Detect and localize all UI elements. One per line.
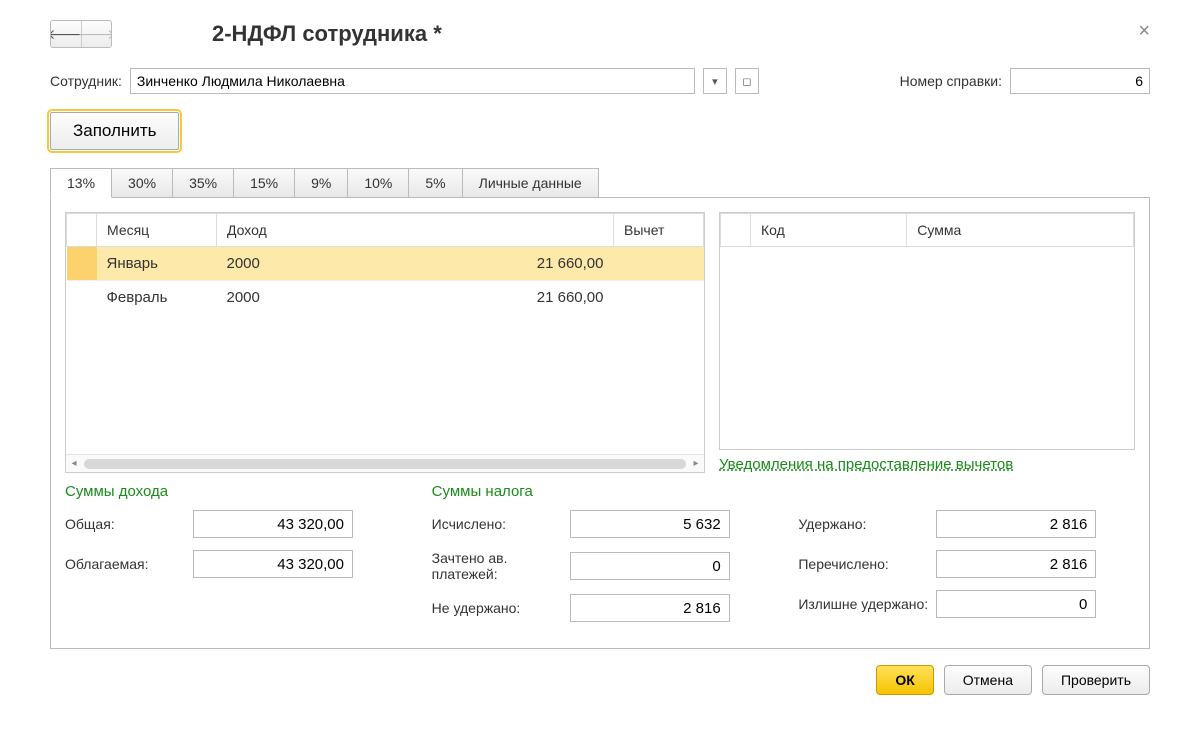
row-marker-header bbox=[67, 214, 97, 247]
scroll-left-icon[interactable]: ◂ bbox=[66, 458, 82, 469]
col-month[interactable]: Месяц bbox=[97, 214, 217, 247]
withheld-input[interactable] bbox=[936, 510, 1096, 538]
cell-month: Январь bbox=[97, 247, 217, 281]
tab-5pct[interactable]: 5% bbox=[408, 168, 462, 198]
deduction-table[interactable]: Код Сумма bbox=[719, 212, 1135, 450]
close-icon[interactable]: × bbox=[1138, 20, 1150, 43]
transferred-label: Перечислено: bbox=[798, 556, 928, 572]
advance-label: Зачтено ав. платежей: bbox=[432, 550, 562, 582]
total-income-label: Общая: bbox=[65, 516, 185, 532]
withheld-label: Удержано: bbox=[798, 516, 928, 532]
cell-amount: 21 660,00 bbox=[307, 281, 614, 315]
cell-code: 2000 bbox=[217, 247, 307, 281]
income-table-scrollbar[interactable]: ◂ ▸ bbox=[66, 454, 704, 472]
excess-label: Излишне удержано: bbox=[798, 596, 928, 612]
tab-15pct[interactable]: 15% bbox=[233, 168, 295, 198]
table-row[interactable]: Январь200021 660,00 bbox=[67, 247, 704, 281]
tax-sums-title: Суммы налога bbox=[432, 483, 769, 500]
employee-label: Сотрудник: bbox=[50, 73, 122, 89]
back-button[interactable]: 🡐 bbox=[51, 21, 81, 47]
total-income-input[interactable] bbox=[193, 510, 353, 538]
transferred-input[interactable] bbox=[936, 550, 1096, 578]
taxable-income-input[interactable] bbox=[193, 550, 353, 578]
col-income[interactable]: Доход bbox=[217, 214, 614, 247]
ok-button[interactable]: ОК bbox=[876, 665, 933, 695]
cert-number-input[interactable] bbox=[1010, 68, 1150, 94]
cell-code: 2000 bbox=[217, 281, 307, 315]
employee-input[interactable] bbox=[130, 68, 695, 94]
cell-deduction bbox=[614, 281, 704, 315]
calculated-input[interactable] bbox=[570, 510, 730, 538]
cell-amount: 21 660,00 bbox=[307, 247, 614, 281]
col-code[interactable]: Код bbox=[751, 214, 907, 247]
cell-deduction bbox=[614, 247, 704, 281]
tab-10pct[interactable]: 10% bbox=[347, 168, 409, 198]
employee-dropdown-button[interactable]: ▾ bbox=[703, 68, 727, 94]
tab-30pct[interactable]: 30% bbox=[111, 168, 173, 198]
cert-number-label: Номер справки: bbox=[900, 73, 1002, 89]
tab-Личные-данные[interactable]: Личные данные bbox=[462, 168, 599, 198]
check-button[interactable]: Проверить bbox=[1042, 665, 1150, 695]
cell-month: Февраль bbox=[97, 281, 217, 315]
col-sum[interactable]: Сумма bbox=[907, 214, 1134, 247]
income-sums-title: Суммы дохода bbox=[65, 483, 402, 500]
not-withheld-label: Не удержано: bbox=[432, 600, 562, 616]
tab-13pct[interactable]: 13% bbox=[50, 168, 112, 198]
deduction-notifications-link[interactable]: Уведомления на предоставление вычетов bbox=[719, 456, 1013, 473]
forward-button[interactable]: 🡒 bbox=[81, 21, 111, 47]
cancel-button[interactable]: Отмена bbox=[944, 665, 1032, 695]
excess-input[interactable] bbox=[936, 590, 1096, 618]
employee-open-button[interactable]: ◻ bbox=[735, 68, 759, 94]
taxable-income-label: Облагаемая: bbox=[65, 556, 185, 572]
advance-input[interactable] bbox=[570, 552, 730, 580]
scroll-right-icon[interactable]: ▸ bbox=[688, 458, 704, 469]
row-marker-header bbox=[721, 214, 751, 247]
income-table[interactable]: Месяц Доход Вычет Январь200021 660,00Фев… bbox=[65, 212, 705, 473]
fill-button[interactable]: Заполнить bbox=[50, 112, 179, 150]
page-title: 2-НДФЛ сотрудника * bbox=[212, 21, 442, 47]
tab-35pct[interactable]: 35% bbox=[172, 168, 234, 198]
calculated-label: Исчислено: bbox=[432, 516, 562, 532]
table-row[interactable]: Февраль200021 660,00 bbox=[67, 281, 704, 315]
tab-9pct[interactable]: 9% bbox=[294, 168, 348, 198]
col-deduction[interactable]: Вычет bbox=[614, 214, 704, 247]
not-withheld-input[interactable] bbox=[570, 594, 730, 622]
